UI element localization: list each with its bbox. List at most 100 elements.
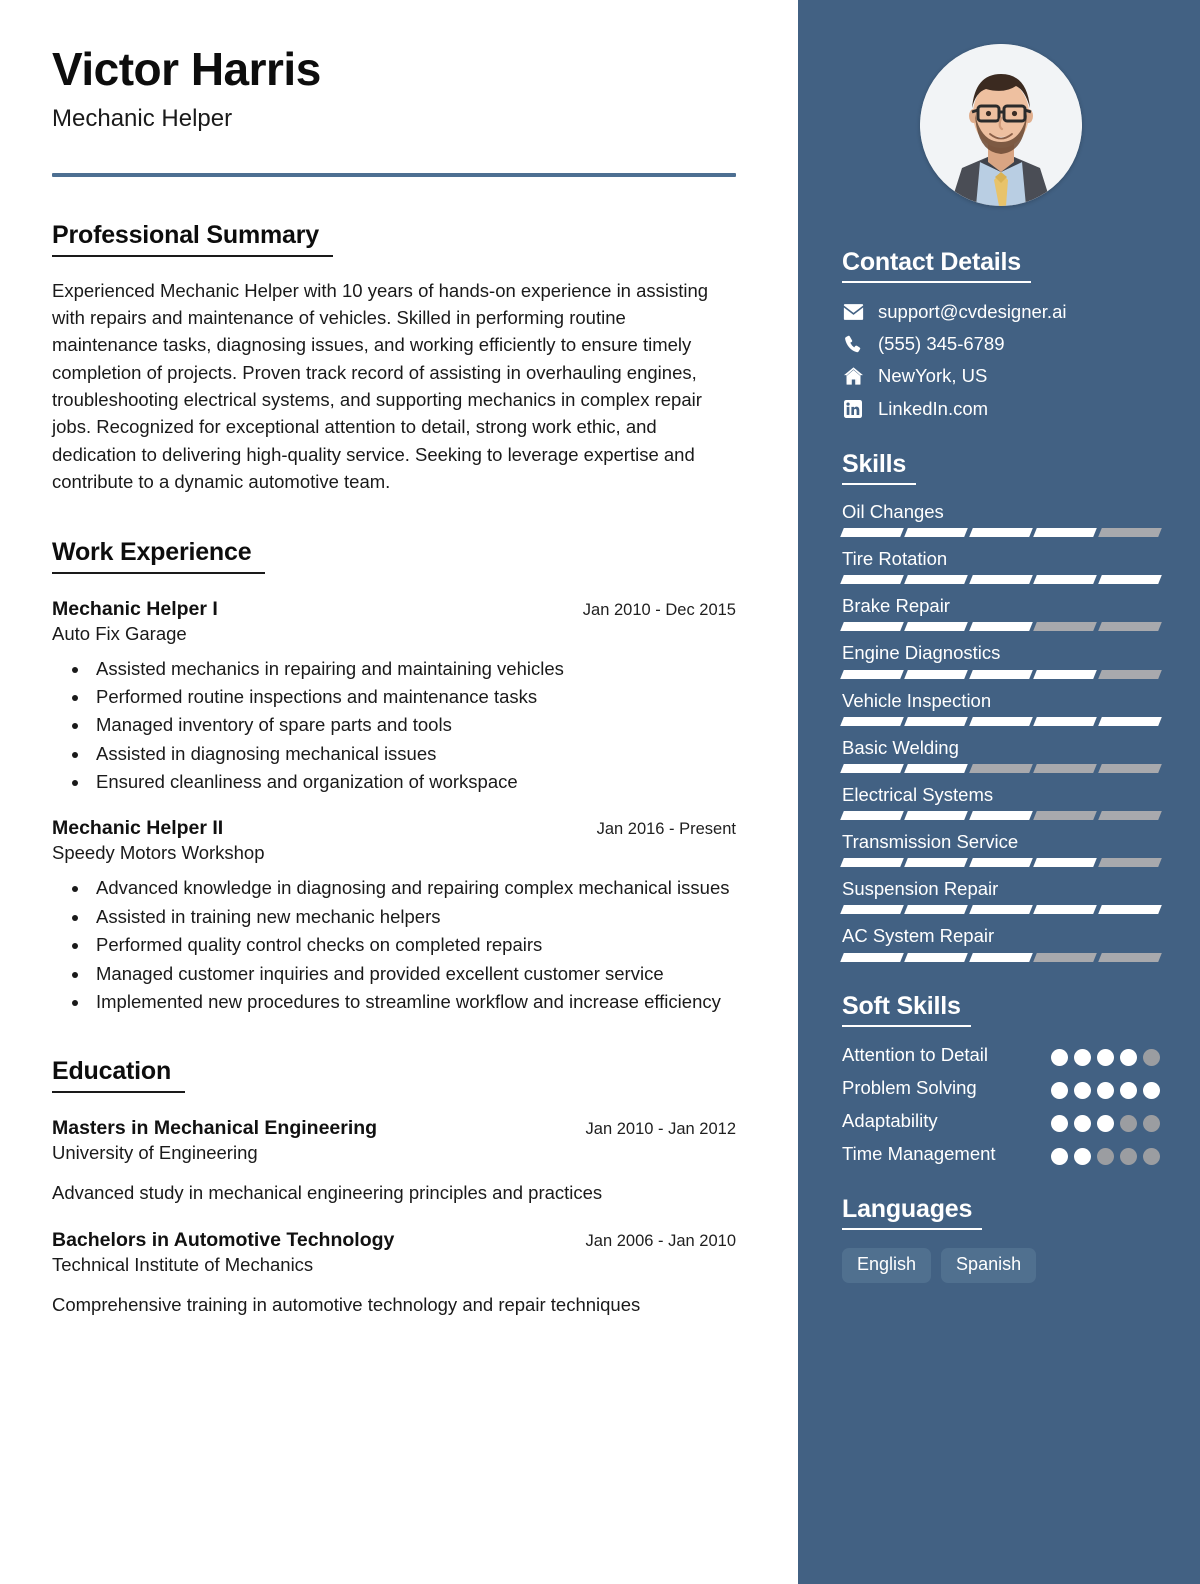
skill-segment	[1033, 716, 1098, 726]
skill-segment	[904, 527, 969, 537]
envelope-icon	[842, 302, 864, 322]
skill-rating-bar	[840, 669, 1162, 679]
section-soft-skills: Soft Skills Attention to Detail Problem S…	[842, 992, 1160, 1166]
soft-skill-dot	[1051, 1081, 1068, 1099]
soft-skill-dot	[1120, 1148, 1137, 1165]
work-entry-org: Auto Fix Garage	[52, 622, 187, 644]
avatar	[920, 44, 1082, 206]
soft-skill-dot	[1097, 1114, 1114, 1132]
section-heading-contact: Contact Details	[842, 248, 1031, 283]
work-entry-bullets: Advanced knowledge in diagnosing and rep…	[52, 874, 736, 1015]
skill-item: Vehicle Inspection	[840, 690, 1162, 726]
section-education: Education Masters in Mechanical Engineer…	[52, 1057, 736, 1319]
education-entry-head: Masters in Mechanical Engineering Jan 201…	[52, 1117, 736, 1140]
skill-segment	[840, 622, 905, 632]
skill-segment	[968, 858, 1034, 868]
skill-segment	[1033, 905, 1098, 915]
soft-skill-item: Problem Solving	[842, 1076, 1160, 1099]
work-entry-list: Mechanic Helper I Jan 2010 - Dec 2015 Auto…	[52, 598, 736, 1016]
soft-skill-rating	[1051, 1076, 1160, 1099]
skill-rating-bar	[840, 811, 1162, 821]
summary-text: Experienced Mechanic Helper with 10 year…	[52, 279, 709, 493]
education-entry-org: Technical Institute of Mechanics	[52, 1254, 314, 1276]
education-entry-desc: Comprehensive training in automotive tec…	[52, 1294, 641, 1316]
skill-item: Engine Diagnostics	[840, 642, 1162, 679]
work-entry: Mechanic Helper I Jan 2010 - Dec 2015 Auto…	[52, 598, 736, 796]
skill-segment	[1097, 811, 1162, 821]
soft-skill-dot	[1120, 1114, 1137, 1132]
name-block: Victor Harris Mechanic Helper	[52, 44, 736, 133]
skill-segment	[840, 763, 905, 773]
section-languages: Languages English Spanish	[842, 1195, 1160, 1283]
candidate-role: Mechanic Helper	[52, 104, 233, 132]
work-bullet: Advanced knowledge in diagnosing and rep…	[90, 874, 736, 901]
skill-segment	[1033, 527, 1098, 537]
language-pill: Spanish	[941, 1248, 1037, 1283]
soft-skill-dot	[1120, 1081, 1137, 1099]
skill-item: AC System Repair	[840, 925, 1162, 962]
work-entry-date: Jan 2010 - Dec 2015	[582, 600, 736, 619]
contact-row[interactable]: (555) 345-6789	[842, 333, 1160, 355]
skill-segment	[904, 763, 969, 773]
soft-skill-name: Adaptability	[842, 1109, 938, 1131]
work-bullet: Managed customer inquiries and provided …	[90, 960, 736, 987]
skill-segment	[840, 905, 905, 915]
education-entry-org: University of Engineering	[52, 1142, 258, 1164]
soft-skill-rating	[1051, 1109, 1160, 1132]
section-heading-soft-skills: Soft Skills	[842, 992, 971, 1027]
contact-row[interactable]: NewYork, US	[842, 365, 1160, 387]
soft-skill-dot	[1074, 1048, 1091, 1066]
skill-segment	[904, 575, 969, 585]
skill-segment	[904, 952, 969, 962]
soft-skill-dot	[1074, 1148, 1091, 1165]
skill-segment	[840, 811, 905, 821]
linkedin-icon	[842, 399, 864, 419]
skill-segment	[904, 622, 969, 632]
languages-list: English Spanish	[842, 1248, 1160, 1283]
skill-name: Electrical Systems	[842, 783, 994, 805]
skill-segment	[840, 575, 905, 585]
education-entry-head: Bachelors in Automotive Technology Jan 20…	[52, 1229, 736, 1252]
profile-photo-icon	[920, 44, 1082, 206]
soft-skill-name: Problem Solving	[842, 1076, 977, 1098]
section-heading-summary: Professional Summary	[52, 221, 333, 257]
soft-skill-item: Time Management	[842, 1142, 1160, 1165]
skill-segment	[1033, 575, 1098, 585]
skill-item: Electrical Systems	[840, 783, 1162, 821]
soft-skill-dot	[1143, 1114, 1160, 1132]
skill-segment	[840, 858, 905, 868]
sidebar: Contact Details support@cvdesigner.ai (55…	[798, 0, 1200, 1584]
skill-segment	[1033, 763, 1098, 773]
contact-row[interactable]: LinkedIn.com	[842, 398, 1160, 420]
soft-skill-name: Time Management	[842, 1143, 996, 1164]
skill-segment	[1033, 669, 1098, 679]
skill-name: Engine Diagnostics	[842, 642, 1001, 664]
skill-segment	[1097, 952, 1162, 962]
skill-segment	[904, 905, 969, 915]
work-entry-date: Jan 2016 - Present	[596, 820, 736, 839]
education-entry: Masters in Mechanical Engineering Jan 201…	[52, 1117, 736, 1207]
education-entry-title: Bachelors in Automotive Technology	[52, 1229, 395, 1252]
work-entry-title: Mechanic Helper I	[52, 597, 218, 620]
home-icon	[842, 366, 864, 386]
work-entry-title: Mechanic Helper II	[52, 817, 224, 840]
skill-segment	[968, 763, 1034, 773]
section-heading-languages: Languages	[842, 1195, 983, 1231]
skill-segment	[840, 527, 905, 537]
skill-segment	[968, 811, 1034, 821]
work-entry-head: Mechanic Helper II Jan 2016 - Present	[52, 817, 736, 840]
soft-skill-dot	[1143, 1048, 1160, 1066]
contact-row[interactable]: support@cvdesigner.ai	[842, 301, 1160, 323]
skill-segment	[904, 669, 969, 679]
skill-rating-bar	[840, 763, 1162, 773]
soft-skill-dot	[1097, 1081, 1114, 1099]
soft-skill-dot	[1051, 1148, 1068, 1165]
skill-segment	[968, 952, 1034, 962]
header-divider	[52, 172, 736, 177]
soft-skill-dot	[1143, 1148, 1160, 1165]
skill-rating-bar	[840, 575, 1162, 585]
skill-segment	[840, 669, 905, 679]
work-entry: Mechanic Helper II Jan 2016 - Present Spee…	[52, 817, 736, 1015]
education-entry: Bachelors in Automotive Technology Jan 20…	[52, 1229, 736, 1319]
skill-segment	[1033, 622, 1098, 632]
